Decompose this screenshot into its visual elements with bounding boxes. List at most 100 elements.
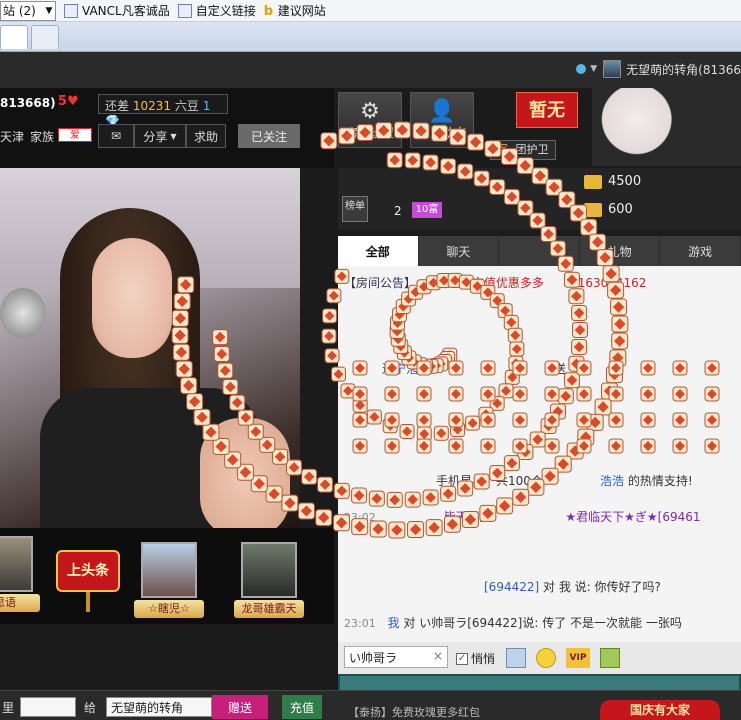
host-feed-button[interactable]: 👤 房主动态 [410, 92, 474, 148]
browser-tab-new[interactable] [31, 25, 59, 49]
tab-gifts[interactable]: 礼物 [580, 236, 661, 266]
notice-tail: 163074162 [577, 276, 647, 290]
coin-icon [584, 202, 602, 217]
video-stream[interactable] [0, 168, 300, 528]
host-city: 天津 [0, 130, 25, 144]
chat-user[interactable]: 浩浩 [600, 474, 624, 488]
headline-post [86, 592, 90, 612]
gift-label: 里 [2, 701, 15, 715]
guard-label-text: 团护卫 [515, 143, 549, 156]
chat-message: [694422] 对 我 说: 你传好了吗? [484, 578, 661, 595]
bookmark-label: 自定义链接 [195, 4, 256, 18]
chat-text: 送 [553, 362, 566, 376]
teddy-bears-image [592, 88, 741, 166]
guard-label[interactable]: 军 团护卫 [490, 140, 556, 160]
family-label: 家族 [30, 130, 55, 144]
send-gift-button[interactable]: 赠送 [212, 695, 268, 719]
host-level-number: 5 [58, 94, 68, 109]
close-icon[interactable]: × [433, 649, 443, 663]
chat-log[interactable]: 【房间公告】: 点击这里充值优惠多多 163074162 辽宁浩浩 送 手机星星… [338, 266, 741, 642]
whisper-label: 悄悄 [471, 652, 496, 666]
gift-quantity-field[interactable] [20, 697, 76, 717]
follow-button[interactable]: 已关注 [238, 124, 300, 148]
gift-star-icon [322, 308, 338, 324]
top-fan-2[interactable]: ☆瞎児☆ [134, 542, 204, 618]
chat-recipient-field[interactable]: い帅哥ラ × [344, 646, 448, 668]
whisper-toggle[interactable]: ✓ 悄悄 [456, 650, 495, 667]
gift-star-icon [315, 509, 333, 527]
chat-text: ★君临天下★ぎ★[69461 [565, 510, 701, 524]
tab-all[interactable]: 全部 [338, 236, 419, 266]
top-fan-1[interactable]: 思语 [0, 536, 40, 612]
notice-key: 【房间公告】: [344, 276, 421, 290]
heart-icon: ♥ [67, 94, 79, 109]
chat-tabs: 全部 聊天 礼物 游戏 [338, 236, 741, 266]
bookmark-suggested-sites[interactable]: b 建议网站 [264, 2, 326, 19]
bookmark-folder-dropdown[interactable]: 站 (2) ▼ [0, 0, 56, 21]
envelope-icon: ✉ [110, 129, 122, 143]
chat-text: 手机星星，共100个 [436, 474, 543, 488]
room-settings-button[interactable]: ⚙ 房间设置 [338, 92, 402, 148]
room-top-bar: ▼ 无望萌的转角(81366 [0, 52, 741, 88]
share-button[interactable]: 分享 ▼ [134, 124, 186, 148]
video-face [92, 238, 172, 358]
host-action-group: ✉ 分享 ▼ 求助 [98, 124, 226, 148]
top-fan-label: 思语 [0, 594, 40, 612]
notice-link[interactable]: 点击这里充值优惠多多 [424, 276, 544, 290]
chat-recipient: い帅哥ラ [349, 651, 398, 665]
bing-icon: b [263, 3, 274, 19]
guard-status[interactable]: 暂无 [516, 92, 578, 128]
chat-user[interactable]: 辽宁浩浩 [382, 362, 430, 376]
chat-message: 手机星星，共100个 [436, 472, 543, 489]
headline-button[interactable]: 上头条 [56, 550, 120, 592]
bookmark-vancl[interactable]: VANCL凡客诚品 [64, 2, 170, 19]
host-level: 5♥ [58, 94, 79, 109]
chat-text: 对 我 说: 你传好了吗? [543, 580, 661, 594]
top-fans-strip: 思语 上头条 ☆瞎児☆ 龙哥雄霸天 [0, 528, 334, 624]
recipient-field[interactable]: 无望萌的转角 [106, 697, 212, 717]
chat-user[interactable]: [694422] [484, 580, 539, 594]
help-button[interactable]: 求助 [186, 124, 226, 148]
checkbox-icon[interactable]: ✓ [456, 652, 468, 665]
top-fan-3[interactable]: 龙哥雄霸天 [234, 542, 304, 618]
next-level-unit: 六豆 [174, 99, 199, 113]
recharge-button[interactable]: 充值 [282, 695, 322, 719]
browser-tab-active[interactable] [0, 25, 28, 49]
holiday-badge[interactable]: 国庆有大家 [600, 700, 720, 720]
gift-star-icon [404, 152, 421, 169]
tab-chat[interactable]: 聊天 [419, 236, 500, 266]
bookmark-folder-label: 站 (2) [3, 4, 36, 18]
rank-button[interactable]: 榜单 [342, 196, 368, 222]
page-icon [177, 3, 192, 18]
coin-icon [584, 174, 602, 189]
gift-star-icon [324, 348, 340, 364]
bookmark-custom-link[interactable]: 自定义链接 [177, 2, 256, 19]
gift-star-icon [301, 468, 318, 485]
user-menu[interactable]: ▼ 无望萌的转角(81366 [576, 60, 741, 78]
to-label: 给 [84, 701, 97, 715]
chat-timestamp: 23:02 [344, 511, 376, 524]
rank-number: 2 [394, 204, 402, 218]
gear-icon: ⚙ [360, 98, 380, 124]
guard-icon[interactable] [600, 648, 620, 668]
chat-text: 的热情支持! [627, 474, 693, 488]
person-icon: 👤 [428, 98, 456, 124]
emoji-icon[interactable] [536, 648, 556, 668]
tab-games[interactable]: 游戏 [660, 236, 741, 266]
gift-star-icon [297, 502, 315, 520]
vip-icon[interactable]: VIP [566, 648, 590, 668]
chat-message: 23:01 我 对 い帅哥ラ[694422]说: 传了 不是一次就能 一张吗 [344, 614, 682, 631]
top-fan-label: 龙哥雄霸天 [234, 600, 304, 618]
chat-text: 对 い帅哥ラ[694422]说: 传了 不是一次就能 一张吗 [403, 616, 682, 630]
message-button[interactable]: ✉ [98, 124, 134, 148]
bookmark-label: 建议网站 [277, 4, 326, 18]
coin-row-1: 4500 [584, 174, 641, 189]
chat-user[interactable]: 我 [388, 616, 400, 630]
image-icon[interactable] [506, 648, 526, 668]
chat-user[interactable]: 皆天同庆 [444, 510, 492, 524]
chevron-down-icon: ▼ [590, 64, 598, 74]
help-label: 求助 [193, 129, 218, 144]
shield-icon [576, 64, 587, 74]
tab-hidden[interactable] [499, 236, 580, 266]
family-badge[interactable]: 爱 [58, 128, 92, 142]
